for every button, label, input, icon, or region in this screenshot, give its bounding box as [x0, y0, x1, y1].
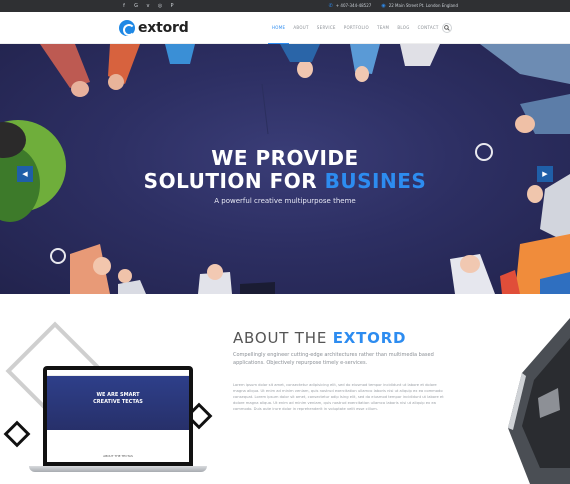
slider-next-button[interactable]: ▶ — [537, 166, 553, 182]
phone-icon: ✆ — [328, 3, 333, 9]
twitter-icon[interactable]: v — [142, 0, 154, 12]
nav-item-about[interactable]: ABOUT — [289, 12, 312, 44]
top-bar: f G v ◎ P ✆ + 407-344-48527 ◉ 22 Main Stre… — [0, 0, 570, 12]
nav-item-portfolio[interactable]: PORTFOLIO — [340, 12, 373, 44]
phone-number: + 407-344-48527 — [335, 3, 372, 8]
address-info: ◉ 22 Main Street Pt. London England — [381, 3, 458, 9]
google-plus-icon[interactable]: G — [130, 0, 142, 12]
mockup-hero: WE ARE SMART CREATIVE TECTAS — [47, 376, 189, 430]
about-title-accent: EXTORD — [332, 329, 407, 347]
location-icon: ◉ — [381, 3, 386, 9]
about-lead-text: Compellingly engineer cutting-edge archi… — [233, 352, 434, 366]
hero-slider: WE PROVIDE SOLUTION FOR BUSINES A powerf… — [0, 44, 570, 294]
site-header: extord HOME ABOUT SERVICE PORTFOLIO TEAM… — [0, 12, 570, 44]
main-nav: HOME ABOUT SERVICE PORTFOLIO TEAM BLOG C… — [268, 12, 443, 44]
mockup-about-label: ABOUT THE TECTAS — [103, 454, 133, 458]
mockup-hero-line1: WE ARE SMART — [96, 392, 140, 398]
search-icon — [444, 25, 450, 31]
logo[interactable]: extord — [119, 18, 189, 38]
nav-item-blog[interactable]: BLOG — [393, 12, 413, 44]
diamond-outline-small-left — [3, 420, 31, 448]
laptop-screen: WE ARE SMART CREATIVE TECTAS ABOUT THE T… — [47, 370, 189, 462]
about-title-prefix: ABOUT THE — [233, 329, 333, 347]
laptop-base — [29, 466, 207, 472]
hero-title-prefix: SOLUTION FOR — [143, 169, 325, 193]
nav-item-home[interactable]: HOME — [268, 12, 290, 44]
nav-item-team[interactable]: TEAM — [373, 12, 393, 44]
social-links: f G v ◎ P — [118, 0, 178, 12]
hero-title-line1: WE PROVIDE — [211, 146, 359, 170]
hero-title-accent: BUSINES — [324, 169, 427, 193]
chevron-right-icon: ▶ — [542, 170, 548, 178]
mockup-hero-line2: CREATIVE TECTAS — [93, 399, 143, 405]
hero-title-line2: SOLUTION FOR BUSINES — [0, 169, 570, 193]
about-title: ABOUT THE EXTORD — [233, 329, 406, 347]
logo-text: extord — [138, 20, 189, 36]
device-edge-art — [508, 318, 570, 484]
contact-info: ✆ + 407-344-48527 ◉ 22 Main Street Pt. Lon… — [329, 0, 458, 12]
search-button[interactable] — [442, 23, 452, 33]
laptop-mockup: WE ARE SMART CREATIVE TECTAS ABOUT THE T… — [43, 366, 193, 466]
phone-info: ✆ + 407-344-48527 — [329, 3, 372, 9]
address-text: 22 Main Street Pt. London England — [388, 3, 458, 8]
nav-item-service[interactable]: SERVICE — [313, 12, 340, 44]
chevron-left-icon: ◀ — [22, 170, 28, 178]
slider-prev-button[interactable]: ◀ — [17, 166, 33, 182]
about-body-text: Lorem ipsum dolor sit amet, consectetur … — [233, 383, 444, 411]
nav-item-contact[interactable]: CONTACT — [414, 12, 443, 44]
pinterest-icon[interactable]: P — [166, 0, 178, 12]
instagram-icon[interactable]: ◎ — [154, 0, 166, 12]
logo-icon — [119, 20, 135, 36]
hero-subtitle: A powerful creative multipurpose theme — [214, 197, 356, 205]
facebook-icon[interactable]: f — [118, 0, 130, 12]
